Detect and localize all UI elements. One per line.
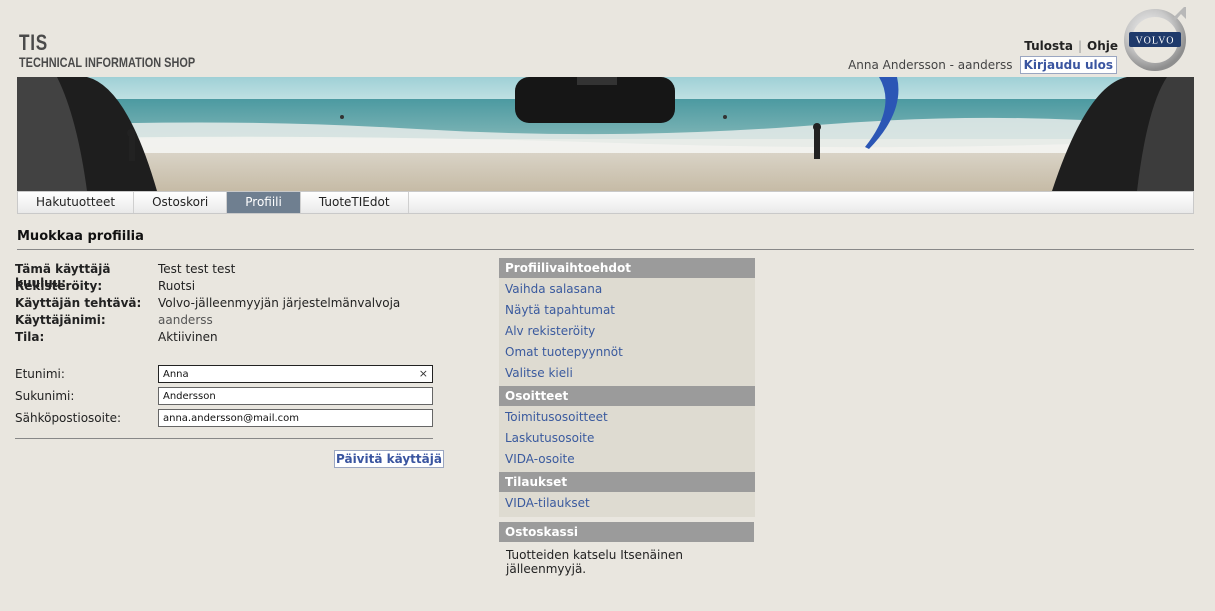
first-name-label: Etunimi:	[15, 367, 65, 381]
email-value: anna.andersson@mail.com	[163, 412, 300, 424]
vida-orders-link[interactable]: VIDA-tilaukset	[499, 493, 755, 514]
main-tabs: Hakutuotteet Ostoskori Profiili TuoteTIE…	[17, 191, 1194, 214]
info-row-belongs: Tämä käyttäjä kuuluu: Test test test	[15, 262, 400, 290]
print-link[interactable]: Tulosta	[1024, 39, 1073, 53]
delivery-addresses-link[interactable]: Toimitusosoitteet	[499, 407, 755, 428]
volvo-logo-icon: VOLVO	[1124, 7, 1186, 71]
info-row-role: Käyttäjän tehtävä: Volvo-jälleenmyyjän j…	[15, 296, 400, 313]
orders-header: Tilaukset	[499, 472, 755, 492]
form-row-last-name: Sukunimi: Andersson	[15, 385, 433, 407]
last-name-label: Sukunimi:	[15, 389, 75, 403]
info-value: Ruotsi	[158, 279, 196, 293]
help-link[interactable]: Ohje	[1087, 39, 1118, 53]
info-value: Volvo-jälleenmyyjän järjestelmänvalvoja	[158, 296, 401, 310]
show-events-link[interactable]: Näytä tapahtumat	[499, 300, 755, 321]
link-separator: |	[1077, 39, 1082, 53]
info-row-registered: Rekisteröity: Ruotsi	[15, 279, 400, 296]
vat-registered-link[interactable]: Alv rekisteröity	[499, 321, 755, 342]
info-label: Rekisteröity:	[15, 279, 103, 293]
cart-text: Tuotteiden katselu Itsenäinen jälleenmyy…	[499, 542, 754, 582]
banner-image	[17, 77, 1194, 191]
logout-button[interactable]: Kirjaudu ulos	[1019, 56, 1117, 74]
addresses-list: Toimitusosoitteet Laskutusosoite VIDA-os…	[499, 406, 755, 472]
tab-hakutuotteet[interactable]: Hakutuotteet	[18, 192, 135, 213]
form-divider	[15, 438, 433, 439]
profile-options-header: Profiilivaihtoehdot	[499, 258, 755, 278]
svg-text:VOLVO: VOLVO	[1135, 36, 1174, 47]
first-name-value: Anna	[163, 368, 189, 380]
info-value: Test test test	[158, 262, 236, 276]
page-title: Muokkaa profiilia	[17, 229, 144, 244]
email-label: Sähköpostiosoite:	[15, 411, 122, 425]
profile-form: Etunimi: Anna × Sukunimi: Andersson Sähk…	[15, 363, 433, 429]
addresses-header: Osoitteet	[499, 386, 755, 406]
clear-icon[interactable]: ×	[419, 367, 428, 380]
tis-logo: TIS	[19, 30, 49, 55]
user-display: Anna Andersson - aanderss	[848, 58, 1013, 72]
orders-list: VIDA-tilaukset	[499, 492, 755, 517]
info-value: Aktiivinen	[158, 330, 218, 344]
profile-options-panel: Profiilivaihtoehdot Vaihda salasana Näyt…	[499, 258, 755, 517]
change-password-link[interactable]: Vaihda salasana	[499, 279, 755, 300]
last-name-value: Andersson	[163, 390, 216, 402]
shopping-cart-panel: Ostoskassi Tuotteiden katselu Itsenäinen…	[499, 522, 754, 582]
info-label: Käyttäjän tehtävä:	[15, 296, 142, 310]
info-row-username: Käyttäjänimi: aanderss	[15, 313, 400, 330]
own-product-requests-link[interactable]: Omat tuotepyynnöt	[499, 342, 755, 363]
update-user-button[interactable]: Päivitä käyttäjä	[334, 450, 444, 468]
info-label: Tämä käyttäjä kuuluu:	[15, 262, 111, 290]
tis-logo-subtitle: TECHNICAL INFORMATION SHOP	[19, 54, 196, 70]
email-input[interactable]: anna.andersson@mail.com	[158, 409, 433, 427]
first-name-input[interactable]: Anna ×	[158, 365, 433, 383]
top-links: Tulosta | Ohje	[1024, 39, 1118, 53]
cart-header: Ostoskassi	[499, 522, 754, 542]
info-label: Käyttäjänimi:	[15, 313, 106, 327]
user-line: Anna Andersson - aanderss Kirjaudu ulos	[848, 56, 1117, 74]
profile-options-list: Vaihda salasana Näytä tapahtumat Alv rek…	[499, 278, 755, 386]
user-info: Tämä käyttäjä kuuluu: Test test test Rek…	[15, 262, 400, 347]
vida-address-link[interactable]: VIDA-osoite	[499, 449, 755, 470]
tab-tuotetiedot[interactable]: TuoteTIEdot	[301, 192, 409, 213]
last-name-input[interactable]: Andersson	[158, 387, 433, 405]
select-language-link[interactable]: Valitse kieli	[499, 363, 755, 384]
title-divider	[17, 249, 1194, 250]
billing-address-link[interactable]: Laskutusosoite	[499, 428, 755, 449]
form-row-first-name: Etunimi: Anna ×	[15, 363, 433, 385]
tab-profiili[interactable]: Profiili	[227, 192, 301, 213]
form-row-email: Sähköpostiosoite: anna.andersson@mail.co…	[15, 407, 433, 429]
info-value: aanderss	[158, 313, 213, 327]
tab-ostoskori[interactable]: Ostoskori	[134, 192, 228, 213]
info-row-status: Tila: Aktiivinen	[15, 330, 400, 347]
info-label: Tila:	[15, 330, 45, 344]
